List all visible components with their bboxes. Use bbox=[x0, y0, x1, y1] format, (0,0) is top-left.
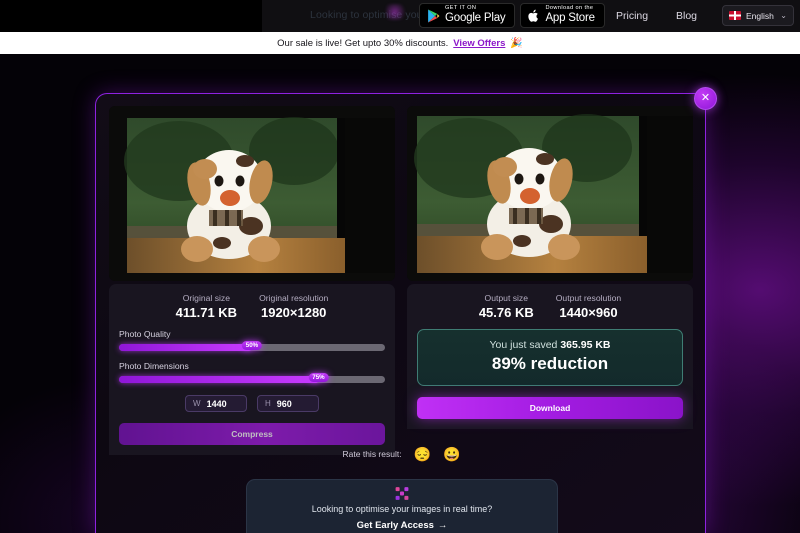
compression-result-modal: Original size 411.71 KB Original resolut… bbox=[95, 93, 706, 533]
brand-x-logo-icon bbox=[395, 487, 409, 500]
output-stats: Output size 45.76 KB Output resolution 1… bbox=[417, 293, 683, 320]
original-size-label: Original size bbox=[182, 293, 230, 303]
photo-quality-label: Photo Quality bbox=[119, 329, 171, 339]
width-key-label: W bbox=[193, 399, 201, 408]
party-popper-icon: 🎉 bbox=[510, 37, 523, 49]
rate-result-label: Rate this result: bbox=[342, 449, 402, 459]
original-info-card: Original size 411.71 KB Original resolut… bbox=[109, 284, 395, 455]
output-resolution-value: 1440×960 bbox=[559, 305, 618, 320]
output-resolution-label: Output resolution bbox=[555, 293, 622, 303]
nav-ghost-text: Looking to optimise your i bbox=[310, 9, 432, 21]
chevron-down-icon: ⌄ bbox=[780, 11, 787, 20]
get-early-access-link[interactable]: Get Early Access → bbox=[357, 520, 448, 531]
savings-line: You just saved 365.95 KB bbox=[426, 339, 674, 351]
promo-text: Looking to optimise your images in real … bbox=[311, 504, 493, 514]
google-play-icon bbox=[428, 9, 440, 22]
savings-amount: 365.95 KB bbox=[560, 339, 611, 351]
top-navigation-bar: Looking to optimise your i GET IT ON Goo… bbox=[0, 0, 800, 32]
width-input[interactable]: W 1440 bbox=[185, 395, 247, 412]
original-image-column: Original size 411.71 KB Original resolut… bbox=[109, 106, 395, 455]
output-size-label: Output size bbox=[484, 293, 528, 303]
sale-banner: Our sale is live! Get upto 30% discounts… bbox=[0, 32, 800, 54]
output-image-column: Output size 45.76 KB Output resolution 1… bbox=[407, 106, 693, 455]
google-play-badge[interactable]: GET IT ON Google Play bbox=[419, 3, 516, 28]
output-size-stat: Output size 45.76 KB bbox=[479, 293, 534, 320]
app-store-badges: GET IT ON Google Play Download on the Ap… bbox=[419, 3, 605, 28]
get-early-access-label: Get Early Access bbox=[356, 520, 434, 531]
original-size-stat: Original size 411.71 KB bbox=[176, 293, 237, 320]
download-button[interactable]: Download bbox=[417, 397, 683, 419]
reduction-percent: 89% reduction bbox=[491, 354, 609, 373]
nav-link-pricing[interactable]: Pricing bbox=[616, 10, 648, 22]
original-resolution-stat: Original resolution 1920×1280 bbox=[259, 293, 328, 320]
rate-happy-icon[interactable]: 😀 bbox=[443, 447, 460, 461]
comparison-columns: Original size 411.71 KB Original resolut… bbox=[109, 106, 694, 455]
rate-sad-icon[interactable]: 😔 bbox=[414, 447, 431, 461]
original-size-value: 411.71 KB bbox=[175, 305, 238, 320]
google-play-badge-label: Google Play bbox=[445, 12, 506, 25]
app-store-badge[interactable]: Download on the App Store bbox=[520, 3, 605, 28]
sale-banner-text: Our sale is live! Get upto 30% discounts… bbox=[277, 37, 449, 49]
dimensions-slider-fill bbox=[119, 376, 319, 383]
photo-dimensions-label: Photo Dimensions bbox=[119, 361, 189, 371]
close-modal-button[interactable]: ✕ bbox=[694, 87, 717, 110]
uk-flag-icon bbox=[729, 11, 741, 20]
language-label: English bbox=[746, 10, 774, 21]
output-info-card: Output size 45.76 KB Output resolution 1… bbox=[407, 284, 693, 429]
dimension-fields: W 1440 H 960 bbox=[119, 395, 385, 412]
output-resolution-stat: Output resolution 1440×960 bbox=[556, 293, 621, 320]
savings-prefix: You just saved bbox=[489, 339, 561, 351]
dimensions-slider-knob[interactable]: 75% bbox=[308, 373, 329, 382]
apple-icon bbox=[528, 9, 539, 22]
quality-slider-knob[interactable]: 50% bbox=[241, 341, 263, 350]
quality-slider-fill bbox=[119, 344, 252, 351]
language-selector[interactable]: English ⌄ bbox=[722, 5, 794, 26]
compress-button[interactable]: Compress bbox=[119, 423, 385, 445]
original-stats: Original size 411.71 KB Original resolut… bbox=[119, 293, 385, 320]
original-resolution-label: Original resolution bbox=[259, 293, 329, 303]
view-offers-link[interactable]: View Offers bbox=[453, 38, 505, 49]
photo-quality-slider[interactable]: 50% bbox=[119, 341, 385, 352]
nav-left-dark-area bbox=[0, 0, 262, 32]
app-store-badge-label: App Store bbox=[545, 12, 595, 25]
nav-link-blog[interactable]: Blog bbox=[676, 10, 697, 22]
output-size-value: 45.76 KB bbox=[478, 305, 534, 320]
nav-decorative-glow bbox=[386, 4, 408, 20]
output-image-thumbnail bbox=[407, 106, 693, 281]
height-value: 960 bbox=[276, 398, 292, 409]
arrow-right-icon: → bbox=[437, 520, 448, 531]
width-value: 1440 bbox=[206, 398, 227, 409]
rate-result-row: Rate this result: 😔 😀 bbox=[96, 447, 707, 461]
early-access-promo-card: Looking to optimise your images in real … bbox=[246, 479, 558, 533]
height-input[interactable]: H 960 bbox=[257, 395, 319, 412]
original-resolution-value: 1920×1280 bbox=[260, 305, 327, 320]
savings-summary-box: You just saved 365.95 KB 89% reduction bbox=[417, 329, 683, 386]
original-image-thumbnail bbox=[109, 106, 395, 281]
height-key-label: H bbox=[265, 399, 271, 408]
photo-dimensions-slider[interactable]: 75% bbox=[119, 373, 385, 384]
